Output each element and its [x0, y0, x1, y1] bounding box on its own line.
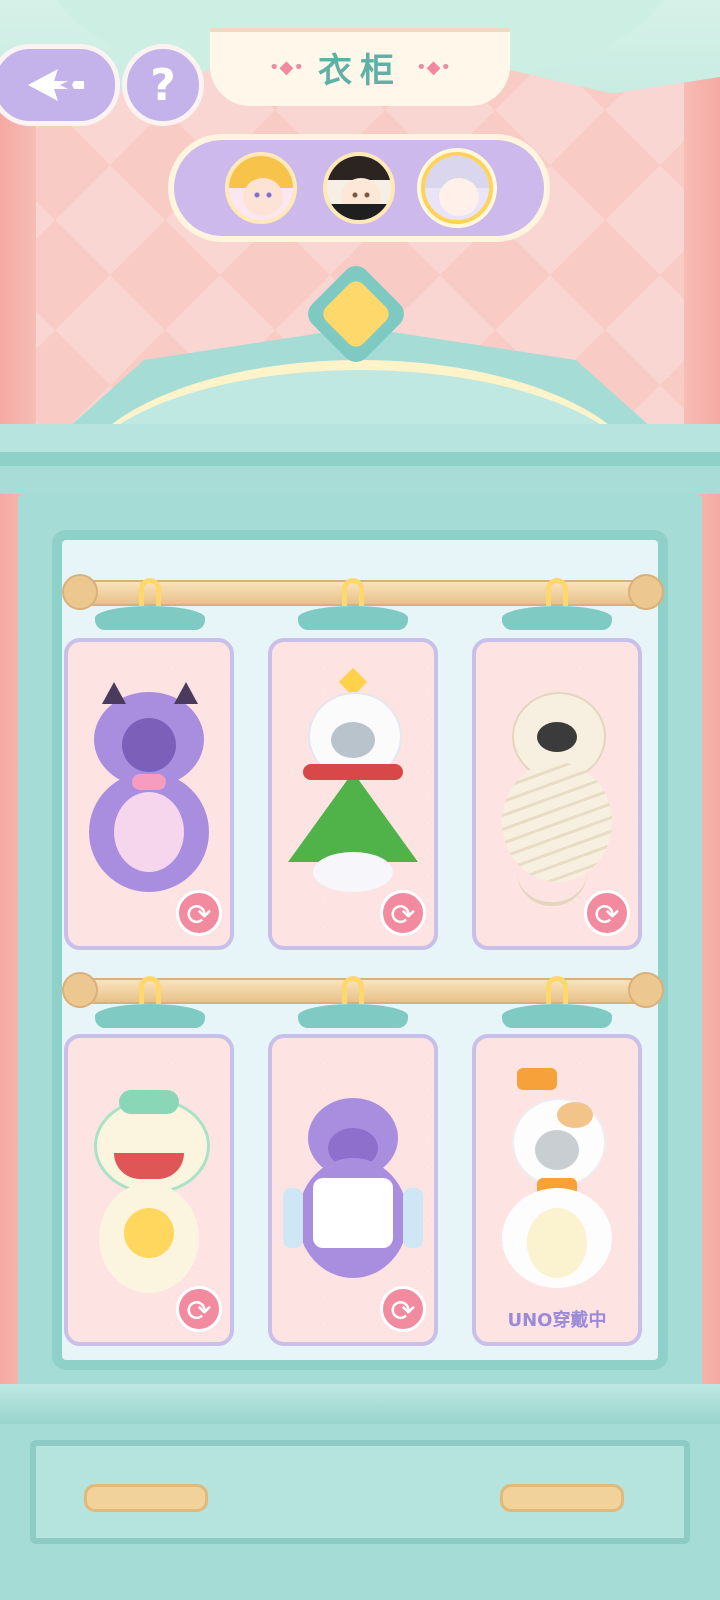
- hanger-icon: [502, 578, 612, 638]
- swap-arrows-icon: ⟳: [390, 1294, 416, 1329]
- rod-end-icon: [62, 574, 98, 610]
- hanger-icon: [298, 578, 408, 638]
- costume-card-purple-hamster[interactable]: ⟳: [268, 1034, 438, 1346]
- mummy-costume-image: [487, 692, 627, 912]
- wearing-status-label: UNO穿戴中: [507, 1310, 607, 1331]
- purple-devil-costume-image: [84, 682, 214, 912]
- lion-dance-costume-image: [79, 1090, 219, 1308]
- character-selector: [168, 134, 550, 242]
- drawer-handle-left: [84, 1484, 208, 1512]
- hanger-icon: [502, 976, 612, 1036]
- page-title: 衣柜: [318, 50, 402, 91]
- hanger-icon: [95, 578, 205, 638]
- white-cat-costume-image: [487, 1068, 627, 1298]
- wardrobe-cornice: [0, 424, 720, 494]
- swap-arrows-icon: ⟳: [186, 898, 212, 933]
- character-avatar-brown-hair[interactable]: [323, 152, 395, 224]
- purple-hamster-costume-image: [283, 1098, 423, 1308]
- back-arrow-icon: [28, 69, 84, 101]
- swap-button[interactable]: ⟳: [380, 1286, 426, 1332]
- wardrobe-base-band: [0, 1384, 720, 1424]
- swap-button[interactable]: ⟳: [176, 890, 222, 936]
- hanger-icon: [95, 976, 205, 1036]
- christmas-tree-costume-image: [283, 667, 423, 902]
- question-icon: ?: [150, 59, 176, 111]
- title-deco-right: •◆•: [416, 56, 452, 78]
- swap-button[interactable]: ⟳: [584, 890, 630, 936]
- character-avatar-silver-hair[interactable]: [421, 152, 493, 224]
- rod-end-icon: [62, 972, 98, 1008]
- back-button[interactable]: [0, 44, 120, 126]
- rod-end-icon: [628, 574, 664, 610]
- swap-arrows-icon: ⟳: [390, 898, 416, 933]
- title-plate: •◆• 衣柜 •◆•: [210, 28, 510, 106]
- costume-card-lion-dance[interactable]: ⟳: [64, 1034, 234, 1346]
- help-button[interactable]: ?: [122, 44, 204, 126]
- rod-end-icon: [628, 972, 664, 1008]
- costume-card-mummy[interactable]: ⟳: [472, 638, 642, 950]
- swap-arrows-icon: ⟳: [594, 898, 620, 933]
- swap-arrows-icon: ⟳: [186, 1294, 212, 1329]
- hanger-icon: [298, 976, 408, 1036]
- costume-card-purple-devil[interactable]: ⟳: [64, 638, 234, 950]
- title-deco-left: •◆•: [268, 56, 304, 78]
- costume-card-christmas-tree[interactable]: ⟳: [268, 638, 438, 950]
- swap-button[interactable]: ⟳: [380, 890, 426, 936]
- drawer-handle-right: [500, 1484, 624, 1512]
- swap-button[interactable]: ⟳: [176, 1286, 222, 1332]
- costume-card-white-cat[interactable]: UNO穿戴中: [472, 1034, 642, 1346]
- character-avatar-blonde[interactable]: [225, 152, 297, 224]
